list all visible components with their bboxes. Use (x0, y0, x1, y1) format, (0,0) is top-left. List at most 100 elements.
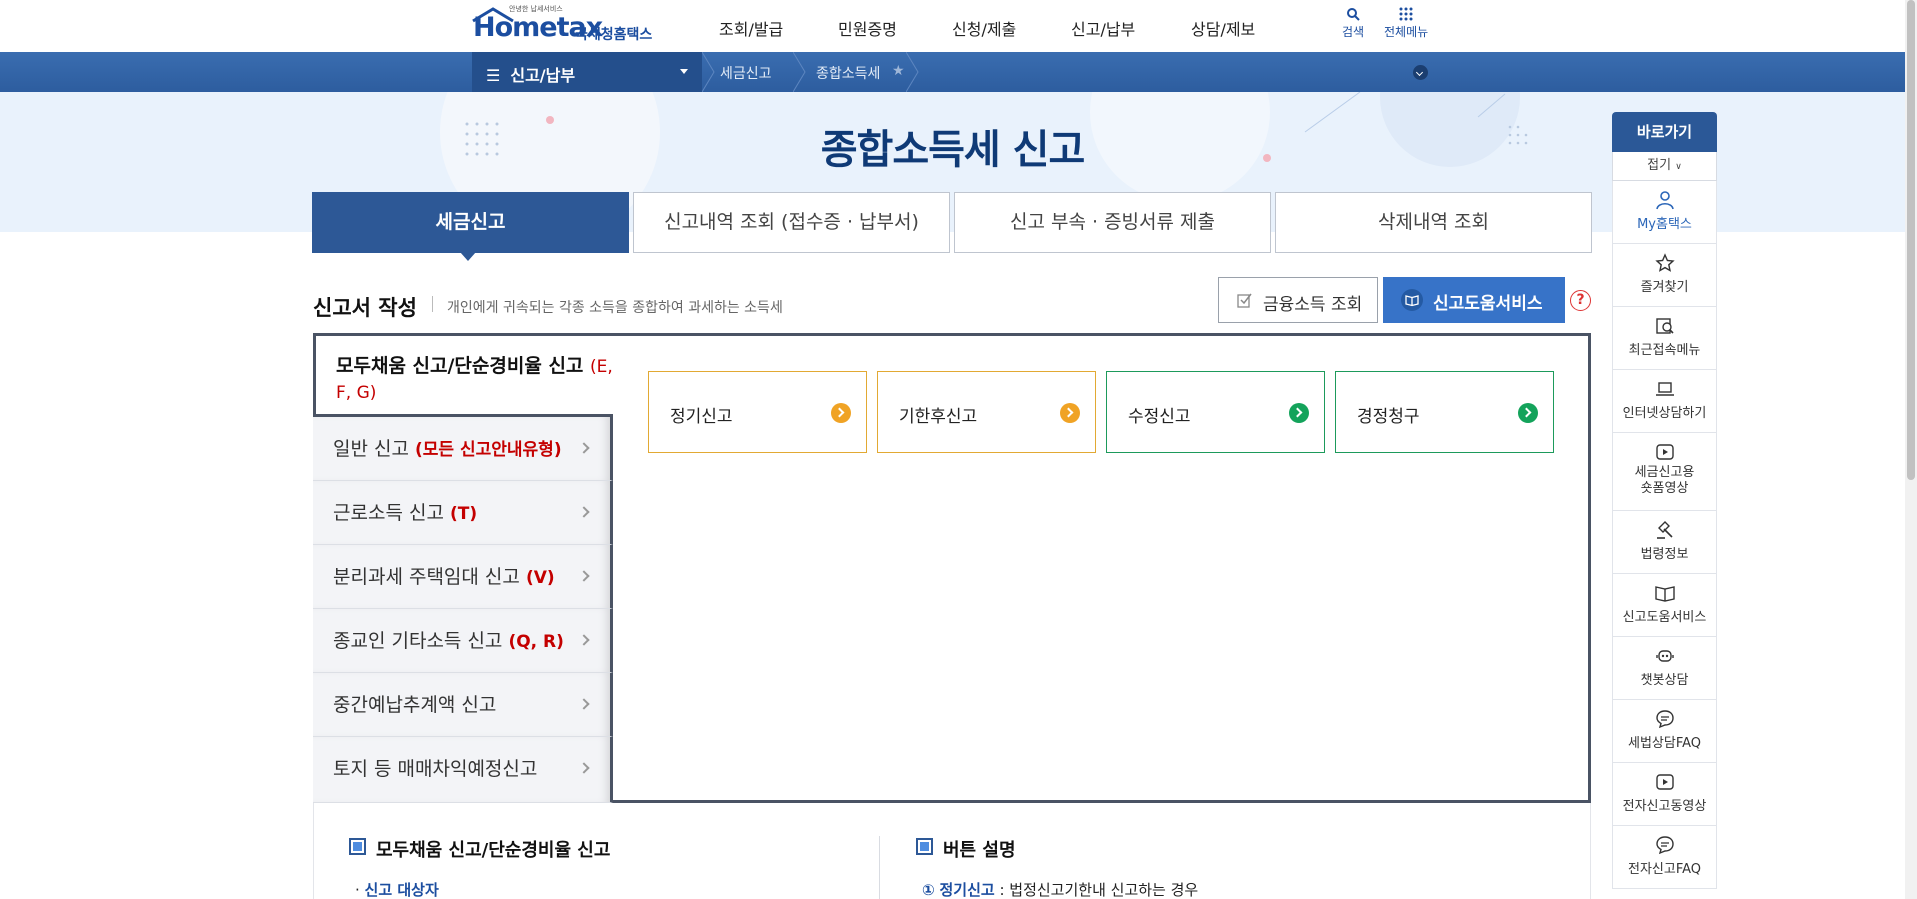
chevron-right-icon (578, 506, 590, 518)
side-item-label: 일반 신고 (333, 438, 409, 460)
quick-item-online-consult[interactable]: 인터넷상담하기 (1612, 370, 1717, 433)
breadcrumb-separator-icon (793, 52, 806, 92)
side-item-code: (모든 신고안내유형) (415, 440, 562, 460)
chat-bubble-icon (1655, 710, 1674, 729)
side-item-interim-prepayment[interactable]: 중간예납추계액 신고 (313, 673, 613, 737)
all-menu-label: 전체메뉴 (1384, 25, 1429, 39)
side-item-prefilled[interactable]: 모두채움 신고/단순경비율 신고 (E, F, G) (313, 333, 613, 417)
info-number: ① (922, 881, 935, 899)
filing-help-label: 신고도움서비스 (1433, 294, 1543, 314)
quick-item-recent-menu[interactable]: 최근접속메뉴 (1612, 307, 1717, 370)
top-header: 안녕한 납세서비스 Hometax 국세청홈택스 조회/발급 민원증명 신청/제… (0, 0, 1917, 52)
breadcrumb-item-income-tax[interactable]: 종합소득세 (816, 63, 880, 83)
scrollbar-thumb[interactable] (1907, 0, 1915, 480)
section-description: 개인에게 귀속되는 각종 소득을 종합하여 과세하는 소득세 (447, 300, 783, 316)
info-left-title: 모두채움 신고/단순경비율 신고 (376, 840, 611, 861)
breadcrumb-menu-label: 신고/납부 (510, 66, 576, 85)
quick-item-my-hometax[interactable]: My홈택스 (1612, 181, 1717, 244)
quick-item-label: 챗봇상담 (1640, 673, 1689, 688)
info-text: : 법정신고기한내 신고하는 경우 (994, 881, 1199, 899)
late-filing-card[interactable]: 기한후신고 (877, 371, 1096, 453)
quick-item-label: 전자신고FAQ (1627, 862, 1702, 877)
all-menu-button[interactable]: 전체메뉴 (1384, 6, 1428, 40)
play-icon (1655, 774, 1674, 790)
arrow-right-icon (831, 403, 851, 423)
quick-item-chatbot[interactable]: 챗봇상담 (1612, 637, 1717, 700)
filing-help-button[interactable]: 신고도움서비스 (1383, 277, 1565, 323)
info-divider (879, 836, 880, 899)
grid-menu-icon (1399, 7, 1413, 21)
caret-down-icon (680, 69, 688, 74)
nav-item-certificate[interactable]: 민원증명 (838, 16, 897, 40)
quick-item-favorites[interactable]: 즐겨찾기 (1612, 244, 1717, 307)
regular-filing-card[interactable]: 정기신고 (648, 371, 867, 453)
open-book-icon (1654, 586, 1675, 602)
quick-item-efiling-video[interactable]: 전자신고동영상 (1612, 763, 1717, 826)
card-label: 기한후신고 (899, 407, 978, 427)
nav-item-consult[interactable]: 상담/제보 (1191, 16, 1255, 40)
quick-item-label: 세금신고용 숏폼영상 (1634, 465, 1695, 496)
tab-deleted-history[interactable]: 삭제내역 조회 (1275, 192, 1592, 253)
side-item-code: (Q, R) (508, 632, 564, 652)
quick-item-efiling-faq[interactable]: 전자신고FAQ (1612, 826, 1717, 889)
side-item-rental-income[interactable]: 분리과세 주택임대 신고 (V) (313, 545, 613, 609)
correction-claim-card[interactable]: 경정청구 (1335, 371, 1554, 453)
side-item-label: 종교인 기타소득 신고 (333, 630, 503, 652)
breadcrumb-expand-icon[interactable] (1413, 65, 1428, 80)
person-icon (1655, 191, 1674, 210)
info-left-subtitle: · 신고 대상자 (355, 881, 439, 899)
side-item-label: 중간예납추계액 신고 (333, 694, 497, 716)
favorite-star-icon[interactable]: ★ (892, 63, 905, 79)
target-link[interactable]: 신고 대상자 (365, 881, 439, 899)
quick-item-label: 신고도움서비스 (1622, 610, 1707, 625)
search-button[interactable]: 검색 (1342, 6, 1364, 40)
chevron-down-icon: ∨ (1675, 162, 1682, 172)
hometax-logo[interactable]: 안녕한 납세서비스 Hometax 국세청홈택스 (471, 4, 656, 48)
recent-search-icon (1655, 318, 1674, 334)
section-title: 신고서 작성 (313, 296, 417, 320)
side-item-religious-income[interactable]: 종교인 기타소득 신고 (Q, R) (313, 609, 613, 673)
bullet-square-icon (916, 838, 933, 855)
side-item-code: (T) (449, 504, 478, 524)
side-item-general[interactable]: 일반 신고 (모든 신고안내유형) (313, 417, 613, 481)
tab-tax-filing[interactable]: 세금신고 (312, 192, 629, 253)
help-question-icon[interactable]: ? (1570, 290, 1591, 311)
nav-item-application[interactable]: 신청/제출 (952, 16, 1016, 40)
card-label: 경정청구 (1357, 407, 1420, 427)
breadcrumb-item-tax-filing[interactable]: 세금신고 (720, 63, 772, 83)
quick-item-label: 세법상담FAQ (1627, 736, 1702, 751)
amended-filing-card[interactable]: 수정신고 (1106, 371, 1325, 453)
quick-item-filing-help[interactable]: 신고도움서비스 (1612, 574, 1717, 637)
quick-fold-button[interactable]: 접기 ∨ (1612, 152, 1717, 181)
chevron-right-icon (578, 442, 590, 454)
financial-income-button[interactable]: 금융소득 조회 (1218, 277, 1378, 323)
tab-filing-history[interactable]: 신고내역 조회 (접수증 · 납부서) (633, 192, 950, 253)
breadcrumb-bar: ☰ 신고/납부 세금신고 종합소득세 ★ (0, 52, 1905, 92)
gavel-icon (1656, 521, 1673, 539)
quick-links-panel: 바로가기 접기 ∨ My홈택스 즐겨찾기 최근접속메뉴 인터넷상담하기 세금신고… (1612, 112, 1717, 889)
logo-subtitle: 국세청홈택스 (575, 27, 653, 43)
book-icon (1401, 289, 1423, 311)
side-item-label: 토지 등 매매차익예정신고 (333, 758, 538, 780)
star-icon (1654, 253, 1675, 272)
quick-item-shortform-video[interactable]: 세금신고용 숏폼영상 (1612, 433, 1717, 511)
nav-item-inquiry[interactable]: 조회/발급 (719, 16, 783, 40)
quick-item-label: My홈택스 (1637, 217, 1692, 232)
quick-fold-label: 접기 (1647, 158, 1672, 173)
side-item-code: (V) (525, 568, 555, 588)
hamburger-icon: ☰ (486, 66, 501, 85)
tab-attachments[interactable]: 신고 부속 · 증빙서류 제출 (954, 192, 1271, 253)
search-label: 검색 (1342, 25, 1365, 39)
bullet-square-icon (349, 838, 366, 855)
nav-item-filing[interactable]: 신고/납부 (1071, 16, 1135, 40)
quick-item-law-info[interactable]: 법령정보 (1612, 511, 1717, 574)
quick-item-label: 법령정보 (1640, 547, 1689, 562)
side-item-earned-income[interactable]: 근로소득 신고 (T) (313, 481, 613, 545)
side-item-land-gain[interactable]: 토지 등 매매차익예정신고 (313, 737, 613, 803)
chevron-right-icon (578, 762, 590, 774)
breadcrumb-menu-dropdown[interactable]: ☰ 신고/납부 (472, 52, 702, 92)
info-right-line: ① 정기신고 : 법정신고기한내 신고하는 경우 (922, 879, 1198, 899)
quick-item-label: 인터넷상담하기 (1622, 406, 1707, 421)
quick-item-tax-faq[interactable]: 세법상담FAQ (1612, 700, 1717, 763)
side-item-label: 모두채움 신고/단순경비율 신고 (336, 355, 584, 377)
